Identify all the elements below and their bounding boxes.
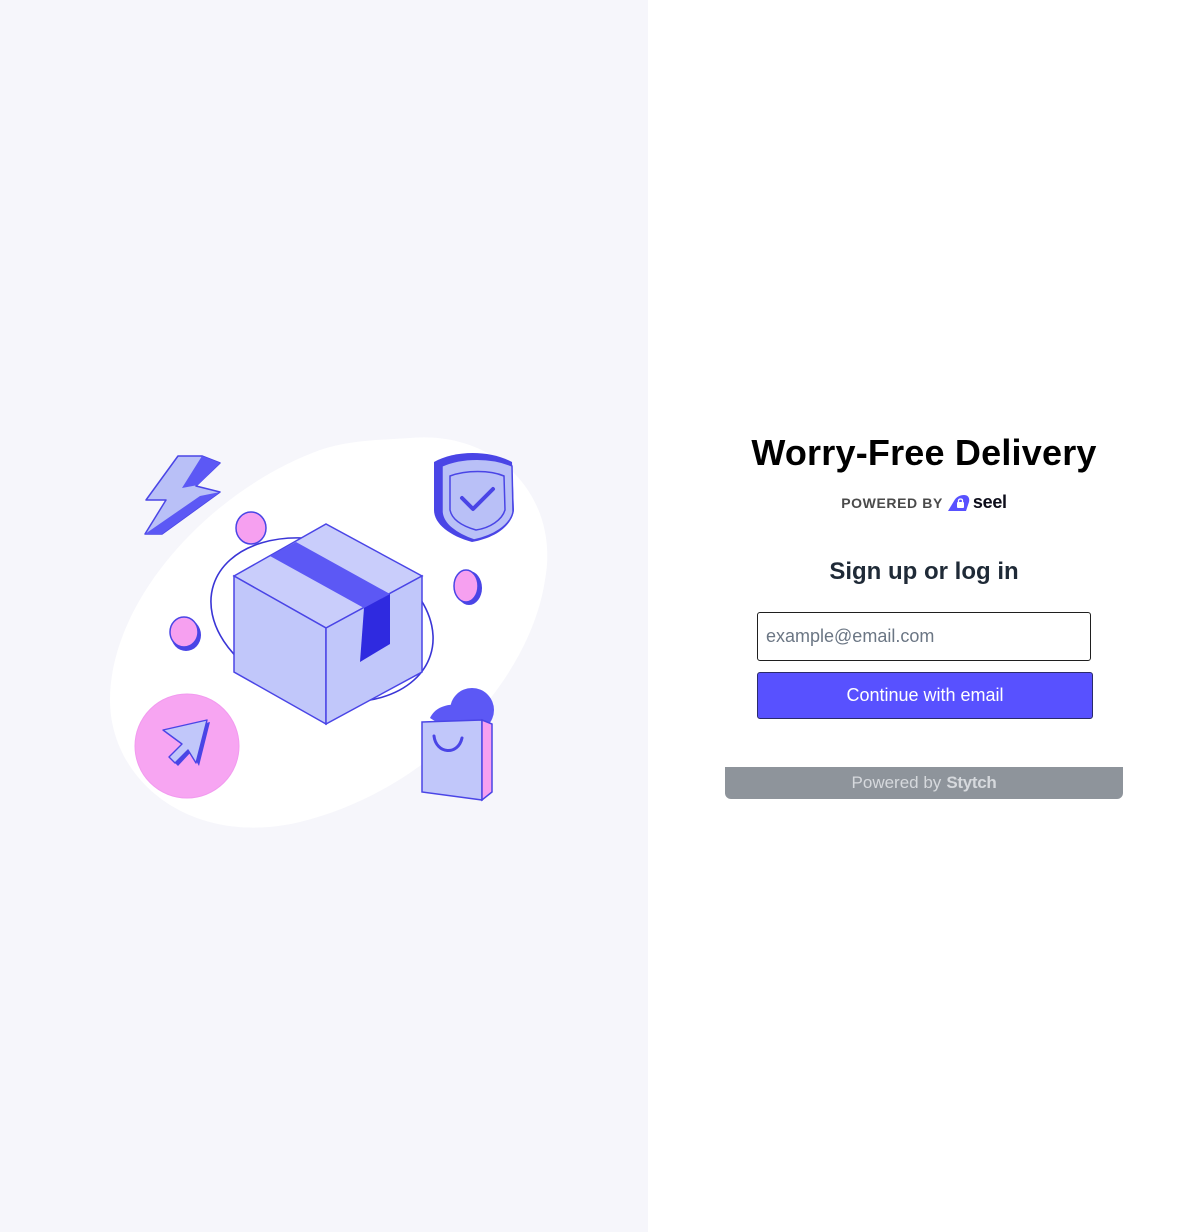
delivery-illustration <box>110 437 548 828</box>
continue-with-email-button[interactable]: Continue with email <box>757 672 1093 719</box>
coin-icon <box>235 511 267 545</box>
email-input[interactable] <box>757 612 1091 661</box>
cursor-arrow-icon <box>134 693 240 799</box>
illustration-panel <box>0 0 648 1232</box>
stytch-powered-label: Powered by <box>851 773 942 792</box>
shield-check-icon <box>434 453 514 542</box>
seel-wordmark: seel <box>972 492 1007 512</box>
seel-logo-icon <box>947 494 970 511</box>
page-title: Worry-Free Delivery <box>751 432 1097 473</box>
login-page: Worry-Free Delivery POWERED BY seel Sign… <box>0 0 1200 1232</box>
auth-heading: Sign up or log in <box>829 558 1019 585</box>
powered-by-label: POWERED BY <box>841 494 943 511</box>
powered-by-seel: POWERED BY seel <box>648 492 1200 513</box>
powered-by-stytch: Powered by Stytch <box>725 767 1123 799</box>
auth-panel: Worry-Free Delivery POWERED BY seel Sign… <box>648 0 1200 1232</box>
seel-logo: seel <box>946 492 1007 513</box>
stytch-logo: Stytch <box>946 773 997 792</box>
